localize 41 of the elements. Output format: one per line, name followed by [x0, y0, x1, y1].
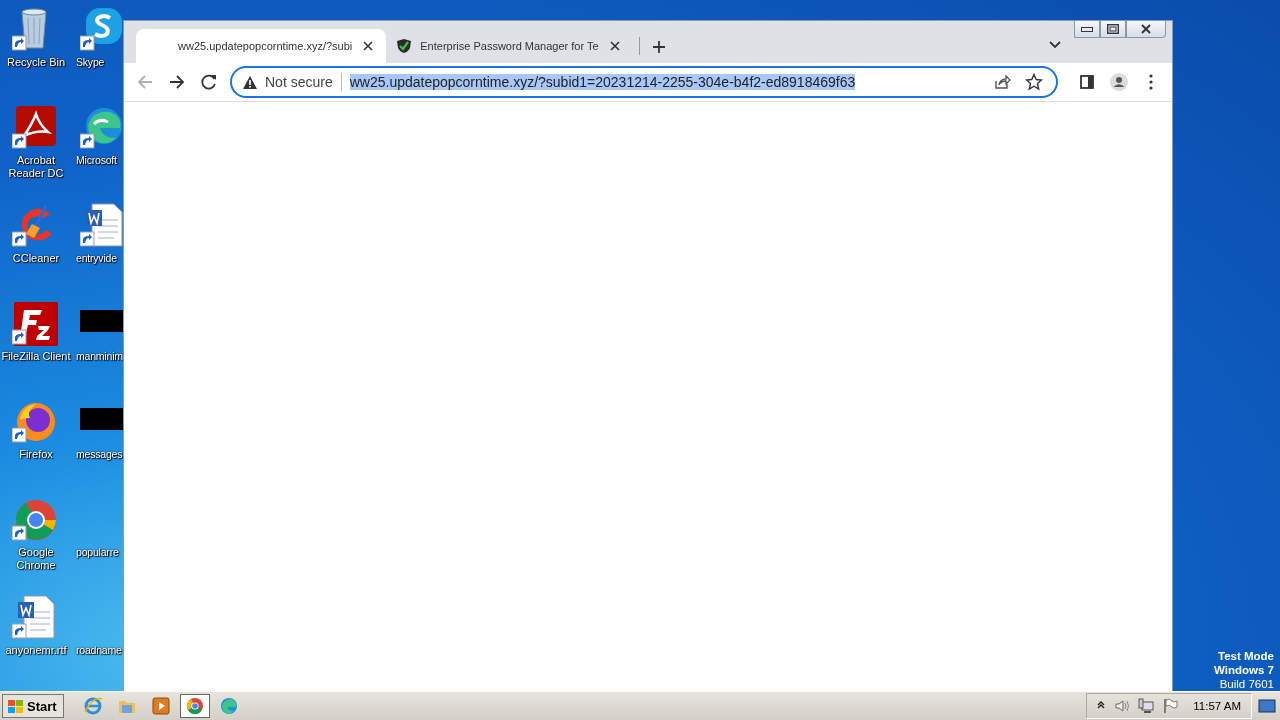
- icon-label[interactable]: messages: [76, 448, 123, 461]
- internet-explorer-icon: [82, 696, 103, 716]
- icon-label[interactable]: Google Chrome: [1, 546, 71, 572]
- filezilla-icon[interactable]: [12, 300, 60, 348]
- icon-label[interactable]: Recycle Bin: [6, 56, 66, 69]
- minimize-button[interactable]: [1074, 21, 1100, 38]
- icon-label[interactable]: entryvide: [76, 252, 117, 265]
- edge-icon: [218, 696, 239, 716]
- icon-label[interactable]: FileZilla Client: [1, 350, 71, 363]
- security-label: Not secure: [265, 74, 333, 90]
- chrome-icon: [184, 696, 205, 716]
- url-text: ww25.updatepopcorntime.xyz/?subid1=20231214-2255-304e-b4f2-ed8918469f63: [349, 74, 856, 90]
- test-mode-text: Windows 7: [1214, 663, 1274, 677]
- security-indicator[interactable]: Not secure: [242, 74, 333, 90]
- windows-logo-icon: [7, 698, 24, 714]
- icon-label[interactable]: Microsoft: [76, 154, 117, 167]
- maximize-icon: [1107, 24, 1119, 34]
- skype-icon[interactable]: [80, 6, 123, 54]
- browser-tab[interactable]: ww25.updatepopcorntime.xyz/?subi: [136, 29, 387, 63]
- icon-label[interactable]: Skype: [76, 56, 105, 69]
- browser-tab[interactable]: Enterprise Password Manager for Te: [386, 29, 633, 63]
- close-icon: [1141, 24, 1151, 34]
- icon-label[interactable]: Acrobat Reader DC: [1, 154, 71, 180]
- clock[interactable]: 11:57 AM: [1193, 700, 1241, 712]
- icon-label[interactable]: CCleaner: [12, 252, 60, 265]
- minimize-icon: [1081, 26, 1093, 32]
- tab-title: ww25.updatepopcorntime.xyz/?subi: [178, 40, 353, 52]
- icon-label[interactable]: manminim: [76, 350, 123, 363]
- close-button[interactable]: [1126, 21, 1166, 38]
- taskbar-app[interactable]: [179, 694, 210, 718]
- warning-icon: [242, 74, 258, 90]
- test-mode-text: Build 7601: [1218, 677, 1274, 691]
- tab-title: Enterprise Password Manager for Te: [420, 40, 599, 52]
- address-bar[interactable]: Not secure ww25.updatepopcorntime.xyz/?subid1=20231214-2255-304e-b4f2-ed8918469f63: [230, 66, 1058, 98]
- maximize-button[interactable]: [1100, 21, 1126, 38]
- icon-label[interactable]: Firefox: [19, 448, 53, 461]
- media-player-icon: [150, 696, 171, 716]
- document-icon[interactable]: [80, 202, 123, 250]
- shield-icon: [396, 38, 413, 54]
- test-mode-text: Test Mode: [1217, 649, 1274, 663]
- start-button[interactable]: Start: [2, 694, 64, 718]
